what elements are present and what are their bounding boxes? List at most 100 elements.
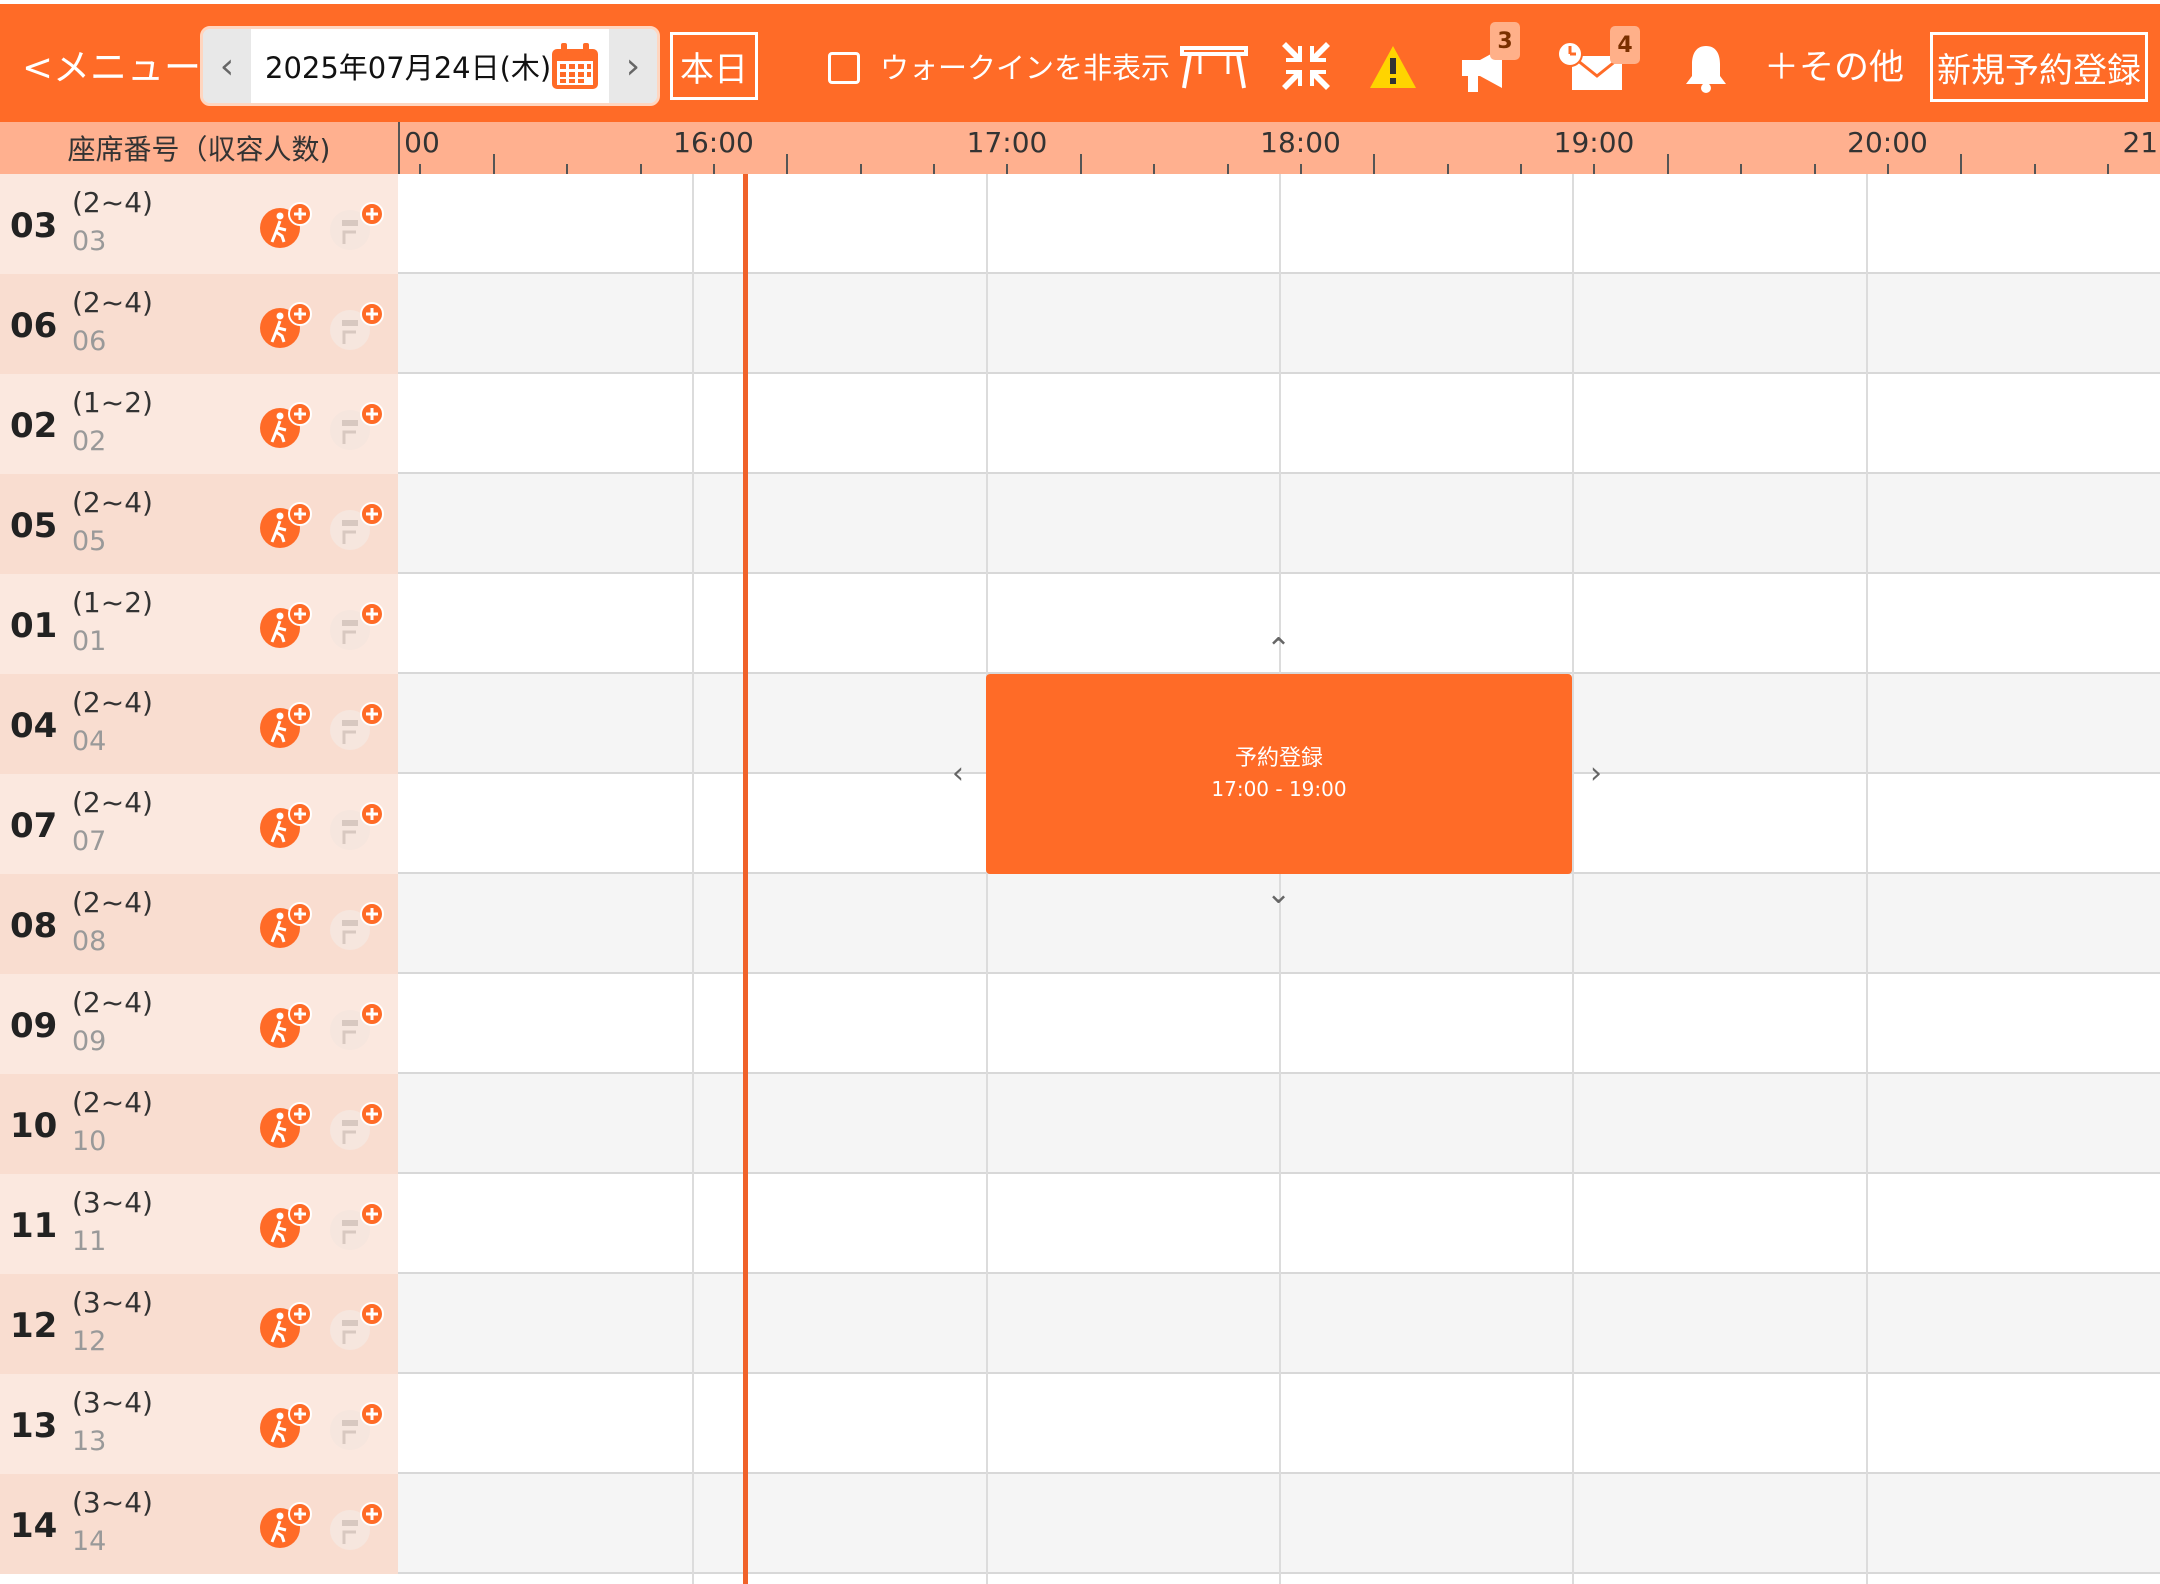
seat-number: 08: [10, 906, 58, 946]
current-time-line: [743, 174, 748, 1584]
seat-cell[interactable]: 10 (2~4) 10: [0, 1074, 398, 1174]
seat-capacity: (3~4): [72, 1386, 153, 1419]
seat-code: 12: [72, 1326, 107, 1357]
add-walkin-icon[interactable]: [256, 1000, 316, 1050]
seat-cell[interactable]: 07 (2~4) 07: [0, 774, 398, 874]
new-reservation-button[interactable]: 新規予約登録: [1930, 32, 2148, 102]
time-tick: [1446, 164, 1449, 174]
seat-capacity: (2~4): [72, 286, 153, 319]
seat-cell[interactable]: 04 (2~4) 04: [0, 674, 398, 774]
previous-day-button[interactable]: ‹: [203, 29, 251, 103]
seat-cell[interactable]: 11 (3~4) 11: [0, 1174, 398, 1274]
add-reservation-icon[interactable]: [326, 1300, 388, 1350]
add-reservation-icon[interactable]: [326, 200, 388, 250]
seat-capacity: (1~2): [72, 586, 153, 619]
other-menu-button[interactable]: ＋その他: [1764, 42, 1904, 94]
time-tick: [1813, 164, 1816, 174]
collapse-icon[interactable]: [1280, 40, 1332, 92]
seat-capacity: (3~4): [72, 1486, 153, 1519]
seat-code: 14: [72, 1526, 107, 1557]
bell-icon[interactable]: [1684, 42, 1728, 94]
time-label: 17:00: [966, 126, 1048, 159]
add-walkin-icon[interactable]: [256, 900, 316, 950]
time-tick: [2033, 164, 2036, 174]
seat-cell[interactable]: 09 (2~4) 09: [0, 974, 398, 1074]
add-reservation-icon[interactable]: [326, 700, 388, 750]
add-walkin-icon[interactable]: [256, 1300, 316, 1350]
seat-cell[interactable]: 08 (2~4) 08: [0, 874, 398, 974]
seat-cell[interactable]: 12 (3~4) 12: [0, 1274, 398, 1374]
resize-down-handle[interactable]: ⌄: [1266, 876, 1291, 911]
add-reservation-icon[interactable]: [326, 1500, 388, 1550]
seat-code: 05: [72, 526, 107, 557]
add-walkin-icon[interactable]: [256, 1400, 316, 1450]
seat-row: 01 (1~2) 01: [0, 574, 2160, 674]
add-reservation-icon[interactable]: [326, 900, 388, 950]
add-walkin-icon[interactable]: [256, 700, 316, 750]
seat-number: 11: [10, 1206, 58, 1246]
resize-right-handle[interactable]: ›: [1590, 756, 1602, 791]
add-walkin-icon[interactable]: [256, 1200, 316, 1250]
time-tick: [1226, 164, 1229, 174]
add-walkin-icon[interactable]: [256, 800, 316, 850]
menu-button[interactable]: <メニュー: [22, 42, 201, 94]
date-text: 2025年07月24日(木): [265, 51, 552, 85]
time-label: 00: [404, 126, 440, 159]
add-reservation-icon[interactable]: [326, 1000, 388, 1050]
calendar-icon[interactable]: [549, 41, 601, 93]
announcement-count-badge: 3: [1490, 22, 1520, 60]
seat-row: 03 (2~4) 03: [0, 174, 2160, 274]
date-field[interactable]: 2025年07月24日(木): [251, 29, 609, 103]
time-label: 20:00: [1847, 126, 1928, 159]
resize-left-handle[interactable]: ‹: [952, 756, 964, 791]
seat-capacity: (2~4): [72, 786, 153, 819]
seat-number: 10: [10, 1106, 58, 1146]
time-tick: [1740, 164, 1743, 174]
add-reservation-icon[interactable]: [326, 1100, 388, 1150]
seat-row: 08 (2~4) 08: [0, 874, 2160, 974]
seat-number: 04: [10, 706, 58, 746]
add-walkin-icon[interactable]: [256, 1100, 316, 1150]
add-reservation-icon[interactable]: [326, 400, 388, 450]
next-day-button[interactable]: ›: [609, 29, 657, 103]
seat-cell[interactable]: 01 (1~2) 01: [0, 574, 398, 674]
seat-code: 06: [72, 326, 107, 357]
add-walkin-icon[interactable]: [256, 1500, 316, 1550]
seat-cell[interactable]: 03 (2~4) 03: [0, 174, 398, 274]
add-reservation-icon[interactable]: [326, 600, 388, 650]
add-reservation-icon[interactable]: [326, 800, 388, 850]
today-button[interactable]: 本日: [670, 32, 758, 100]
table-icon[interactable]: [1178, 44, 1250, 92]
warning-icon[interactable]: [1368, 44, 1418, 90]
add-reservation-icon[interactable]: [326, 1200, 388, 1250]
time-tick: [933, 164, 935, 174]
resize-up-handle[interactable]: ⌃: [1266, 632, 1291, 667]
date-picker: ‹ 2025年07月24日(木) ›: [200, 26, 660, 106]
add-walkin-icon[interactable]: [256, 300, 316, 350]
add-walkin-icon[interactable]: [256, 400, 316, 450]
new-reservation-block[interactable]: 予約登録 17:00 - 19:00: [986, 674, 1572, 874]
add-walkin-icon[interactable]: [256, 600, 316, 650]
seat-capacity: (3~4): [72, 1186, 153, 1219]
seat-code: 04: [72, 726, 107, 757]
time-tick: [1153, 164, 1156, 174]
add-reservation-icon[interactable]: [326, 500, 388, 550]
time-tick: [1886, 164, 1889, 174]
add-reservation-icon[interactable]: [326, 1400, 388, 1450]
hour-gridline: [692, 174, 694, 1584]
add-reservation-icon[interactable]: [326, 300, 388, 350]
seat-number: 07: [10, 806, 58, 846]
hide-walkin-checkbox[interactable]: [828, 52, 860, 84]
seat-code: 10: [72, 1126, 107, 1157]
seat-capacity: (2~4): [72, 886, 153, 919]
add-walkin-icon[interactable]: [256, 500, 316, 550]
seat-cell[interactable]: 06 (2~4) 06: [0, 274, 398, 374]
seat-cell[interactable]: 05 (2~4) 05: [0, 474, 398, 574]
hide-walkin-label: ウォークインを非表示: [880, 51, 1171, 85]
seat-cell[interactable]: 13 (3~4) 13: [0, 1374, 398, 1474]
seat-cell[interactable]: 02 (1~2) 02: [0, 374, 398, 474]
time-ruler[interactable]: 00 16:00 17:00 18:00 19:00 20:00 21:: [398, 122, 2160, 174]
chevron-right-icon: ›: [625, 45, 641, 87]
add-walkin-icon[interactable]: [256, 200, 316, 250]
seat-cell[interactable]: 14 (3~4) 14: [0, 1474, 398, 1574]
